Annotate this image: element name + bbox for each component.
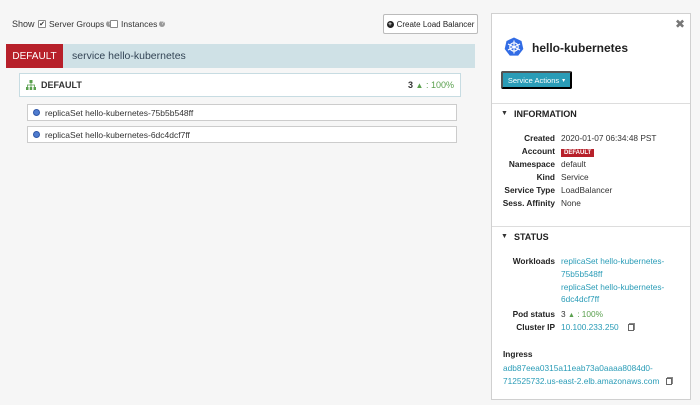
chevron-down-icon: ▼ — [501, 110, 508, 117]
details-title: hello-kubernetes — [532, 41, 629, 55]
healthy-triangle-icon: ▲ — [567, 312, 575, 319]
replica-set-row[interactable]: replicaSet hello-kubernetes-6dc4dcf7ff — [27, 126, 457, 143]
filter-toolbar: Show ✔ Server Groups ? Instances ? + Cre… — [12, 14, 478, 34]
create-load-balancer-button[interactable]: + Create Load Balancer — [383, 14, 478, 34]
create-load-balancer-label: Create Load Balancer — [396, 19, 475, 29]
show-label: Show — [12, 19, 35, 29]
server-group-health: 3 ▲ : 100% — [408, 80, 454, 90]
pod-health-percent: : 100% — [577, 309, 604, 319]
info-row-kind: Kind Service — [492, 171, 690, 184]
server-groups-checkbox[interactable]: ✔ Server Groups ? — [38, 19, 113, 29]
workload-link[interactable]: replicaSet hello-kubernetes- 6dc4dcf7ff — [561, 281, 690, 307]
caret-down-icon: ▾ — [562, 77, 566, 84]
details-panel: ✖ hello-kubernetes Service Actions ▾ ▼ I… — [491, 13, 691, 400]
ingress-link-line: adb87eea0315a11eab73a0aaaa8084d0- — [503, 363, 653, 373]
info-key: Kind — [536, 172, 555, 182]
plus-circle-icon: + — [386, 20, 394, 28]
ingress-label: Ingress — [503, 349, 533, 359]
info-row-created: Created 2020-01-07 06:34:48 PST — [492, 132, 690, 145]
replica-set-row[interactable]: replicaSet hello-kubernetes-75b5b548ff — [27, 104, 457, 121]
status-key: Workloads — [512, 256, 555, 266]
info-key: Namespace — [508, 159, 555, 169]
status-key: Cluster IP — [516, 322, 555, 332]
workload-link[interactable]: replicaSet hello-kubernetes- 75b5b548ff — [561, 255, 690, 281]
service-actions-label: Service Actions — [507, 75, 560, 85]
replica-set-name: replicaSet hello-kubernetes-75b5b548ff — [45, 107, 194, 118]
kubernetes-icon — [504, 37, 524, 56]
info-key: Sess. Affinity — [502, 198, 555, 208]
network-icon — [26, 80, 36, 90]
copy-icon[interactable] — [666, 377, 673, 385]
status-row-cluster-ip: Cluster IP 10.100.233.250 — [492, 321, 690, 334]
replica-set-status-icon — [33, 131, 40, 138]
info-value: 2020-01-07 06:34:48 PST — [561, 133, 657, 143]
workload-link-line: 6dc4dcf7ff — [561, 294, 600, 305]
cluster-ip-value: 10.100.233.250 — [561, 321, 690, 334]
info-value: LoadBalancer — [561, 185, 613, 195]
pod-count: 3 — [561, 309, 566, 319]
close-icon[interactable]: ✖ — [675, 17, 685, 31]
help-icon[interactable]: ? — [159, 21, 166, 27]
info-key: Created — [524, 133, 555, 143]
cluster-ip-link[interactable]: 10.100.233.250 — [561, 322, 619, 332]
replica-set-status-icon — [33, 109, 40, 116]
server-group-name: DEFAULT — [41, 80, 82, 90]
checkbox-unchecked-icon[interactable] — [110, 20, 118, 28]
information-header-label: INFORMATION — [513, 108, 577, 119]
instances-checkbox[interactable]: Instances ? — [110, 19, 166, 29]
information-section-header[interactable]: ▼ INFORMATION — [492, 103, 690, 123]
info-key: Service Type — [504, 185, 555, 195]
load-balancer-header[interactable]: DEFAULT service hello-kubernetes — [6, 44, 475, 68]
info-row-service-type: Service Type LoadBalancer — [492, 184, 690, 197]
server-groups-label: Server Groups — [49, 19, 105, 29]
service-actions-button[interactable]: Service Actions ▾ — [501, 71, 572, 89]
account-badge: DEFAULT — [561, 149, 595, 157]
healthy-triangle-icon: ▲ — [415, 81, 424, 90]
ingress-link[interactable]: adb87eea0315a11eab73a0aaaa8084d0- 7125257… — [503, 362, 688, 388]
workload-link-line: replicaSet hello-kubernetes- — [561, 281, 665, 292]
status-section-header[interactable]: ▼ STATUS — [492, 226, 690, 246]
workload-link-line: replicaSet hello-kubernetes- — [561, 256, 665, 266]
server-group-row[interactable]: DEFAULT 3 ▲ : 100% — [19, 73, 461, 97]
replica-set-name: replicaSet hello-kubernetes-6dc4dcf7ff — [45, 129, 190, 140]
workload-link-line: 75b5b548ff — [561, 268, 603, 279]
checkbox-checked-icon[interactable]: ✔ — [38, 20, 46, 28]
info-value: Service — [561, 172, 589, 182]
status-row-workloads: Workloads replicaSet hello-kubernetes- 75… — [492, 255, 690, 306]
instances-label: Instances — [121, 19, 158, 29]
copy-icon[interactable] — [628, 324, 634, 331]
status-header-label: STATUS — [513, 231, 549, 242]
info-value: default — [561, 159, 586, 169]
account-badge: DEFAULT — [6, 44, 63, 68]
chevron-down-icon: ▼ — [501, 233, 508, 240]
load-balancer-title: service hello-kubernetes — [72, 50, 186, 62]
info-value: None — [561, 198, 581, 208]
info-row-namespace: Namespace default — [492, 158, 690, 171]
ingress-link-line: 712525732.us-east-2.elb.amazonaws.com — [503, 375, 660, 386]
info-row-session-affinity: Sess. Affinity None — [492, 197, 690, 210]
workload-links: replicaSet hello-kubernetes- 75b5b548ff r… — [561, 255, 690, 306]
instance-count: 3 — [408, 80, 414, 90]
health-percent: : 100% — [425, 80, 454, 90]
